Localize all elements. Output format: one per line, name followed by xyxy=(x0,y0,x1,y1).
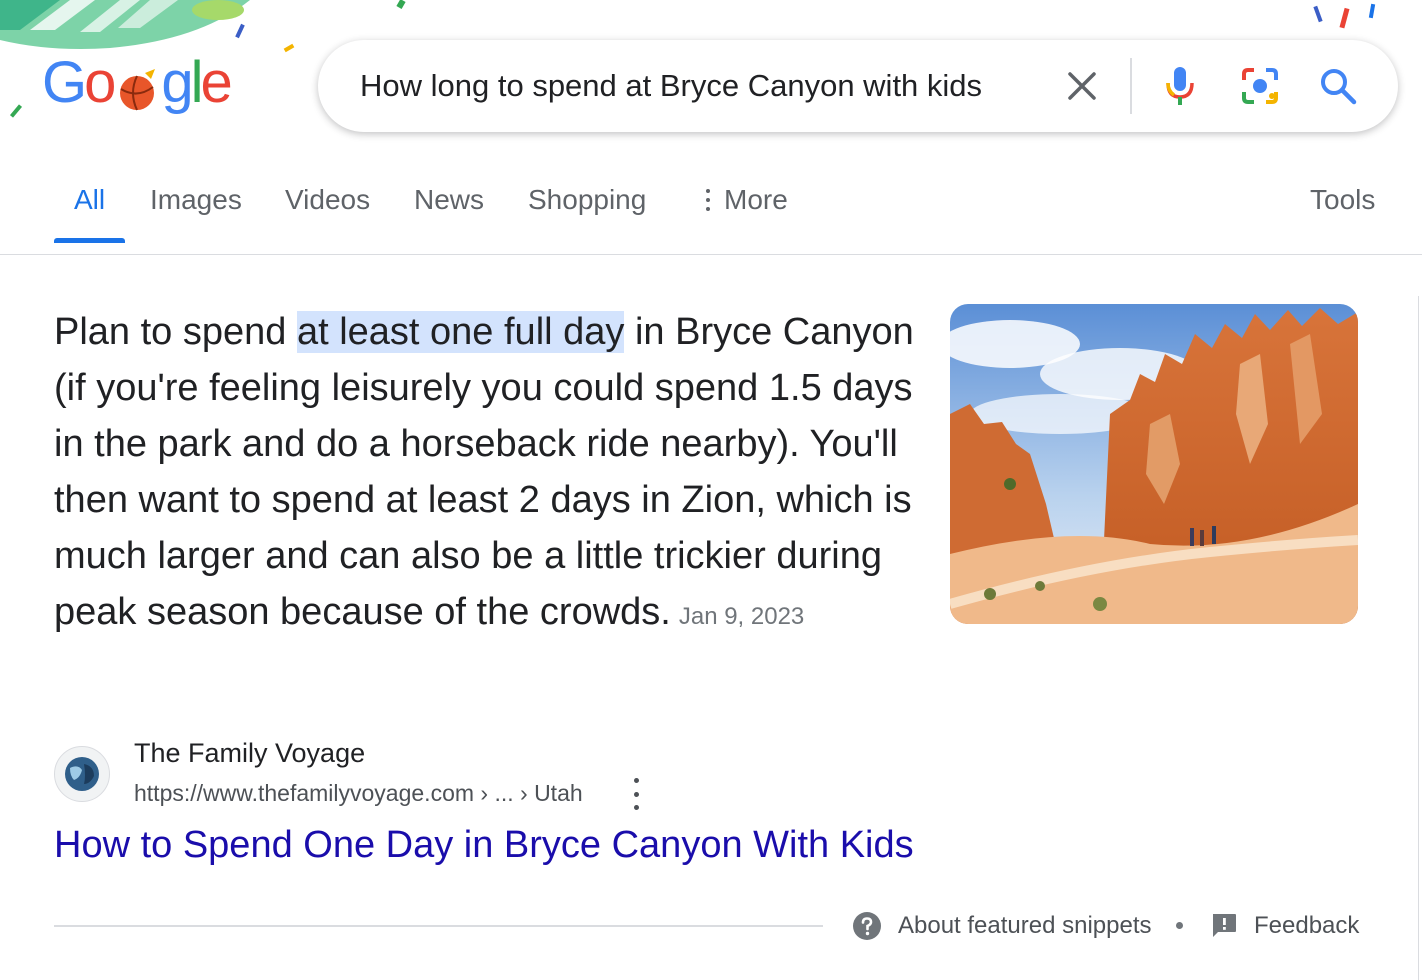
tab-more-label: More xyxy=(724,184,788,215)
footer-divider xyxy=(54,925,823,927)
tab-shopping[interactable]: Shopping xyxy=(528,184,646,216)
logo-letter-l: l xyxy=(190,49,204,115)
active-tab-indicator xyxy=(54,238,125,243)
tab-all[interactable]: All xyxy=(74,184,105,216)
source-name[interactable]: The Family Voyage xyxy=(134,738,365,769)
logo-letter-g: G xyxy=(42,49,87,115)
basketball-doodle-icon xyxy=(115,60,159,111)
tab-more[interactable]: More xyxy=(700,184,788,216)
mic-icon[interactable] xyxy=(1160,66,1200,106)
snippet-text-post: in Bryce Canyon (if you're feeling leisu… xyxy=(54,311,914,633)
side-panel-edge xyxy=(1418,296,1422,980)
tab-videos[interactable]: Videos xyxy=(285,184,370,216)
more-options-icon[interactable] xyxy=(624,778,648,810)
feedback-button[interactable]: Feedback xyxy=(1210,908,1359,944)
result-title-link[interactable]: How to Spend One Day in Bryce Canyon Wit… xyxy=(54,824,914,867)
more-vert-icon xyxy=(700,189,716,211)
search-box[interactable]: How long to spend at Bryce Canyon with k… xyxy=(318,40,1398,132)
google-logo[interactable]: G o g l e xyxy=(42,49,233,115)
tools-button[interactable]: Tools xyxy=(1310,184,1375,216)
logo-letter-g2: g xyxy=(161,49,193,115)
logo-letter-e: e xyxy=(200,49,233,115)
clear-icon[interactable] xyxy=(1062,66,1102,106)
about-label: About featured snippets xyxy=(898,912,1152,939)
search-divider xyxy=(1130,58,1132,114)
footer-separator-dot xyxy=(1176,922,1183,929)
search-tabs: All Images Videos News Shopping More Too… xyxy=(0,150,1422,254)
tab-images[interactable]: Images xyxy=(150,184,242,216)
feedback-icon xyxy=(1210,912,1238,940)
source-favicon[interactable] xyxy=(54,746,110,802)
logo-letter-o: o xyxy=(84,49,116,115)
lens-icon[interactable] xyxy=(1240,66,1280,106)
search-icon[interactable] xyxy=(1318,66,1358,106)
tab-news[interactable]: News xyxy=(414,184,484,216)
help-icon xyxy=(852,911,882,941)
snippet-text-pre: Plan to spend xyxy=(54,311,297,353)
source-url[interactable]: https://www.thefamilyvoyage.com › ... › … xyxy=(134,780,583,807)
tabs-divider xyxy=(0,254,1422,255)
feedback-label: Feedback xyxy=(1254,912,1360,939)
featured-snippet-text: Plan to spend at least one full day in B… xyxy=(54,304,924,645)
search-input[interactable]: How long to spend at Bryce Canyon with k… xyxy=(360,40,1040,132)
snippet-highlight: at least one full day xyxy=(296,311,625,353)
about-featured-snippets-button[interactable]: About featured snippets xyxy=(852,908,1152,944)
snippet-date: Jan 9, 2023 xyxy=(678,603,805,630)
snippet-image[interactable] xyxy=(950,304,1358,624)
